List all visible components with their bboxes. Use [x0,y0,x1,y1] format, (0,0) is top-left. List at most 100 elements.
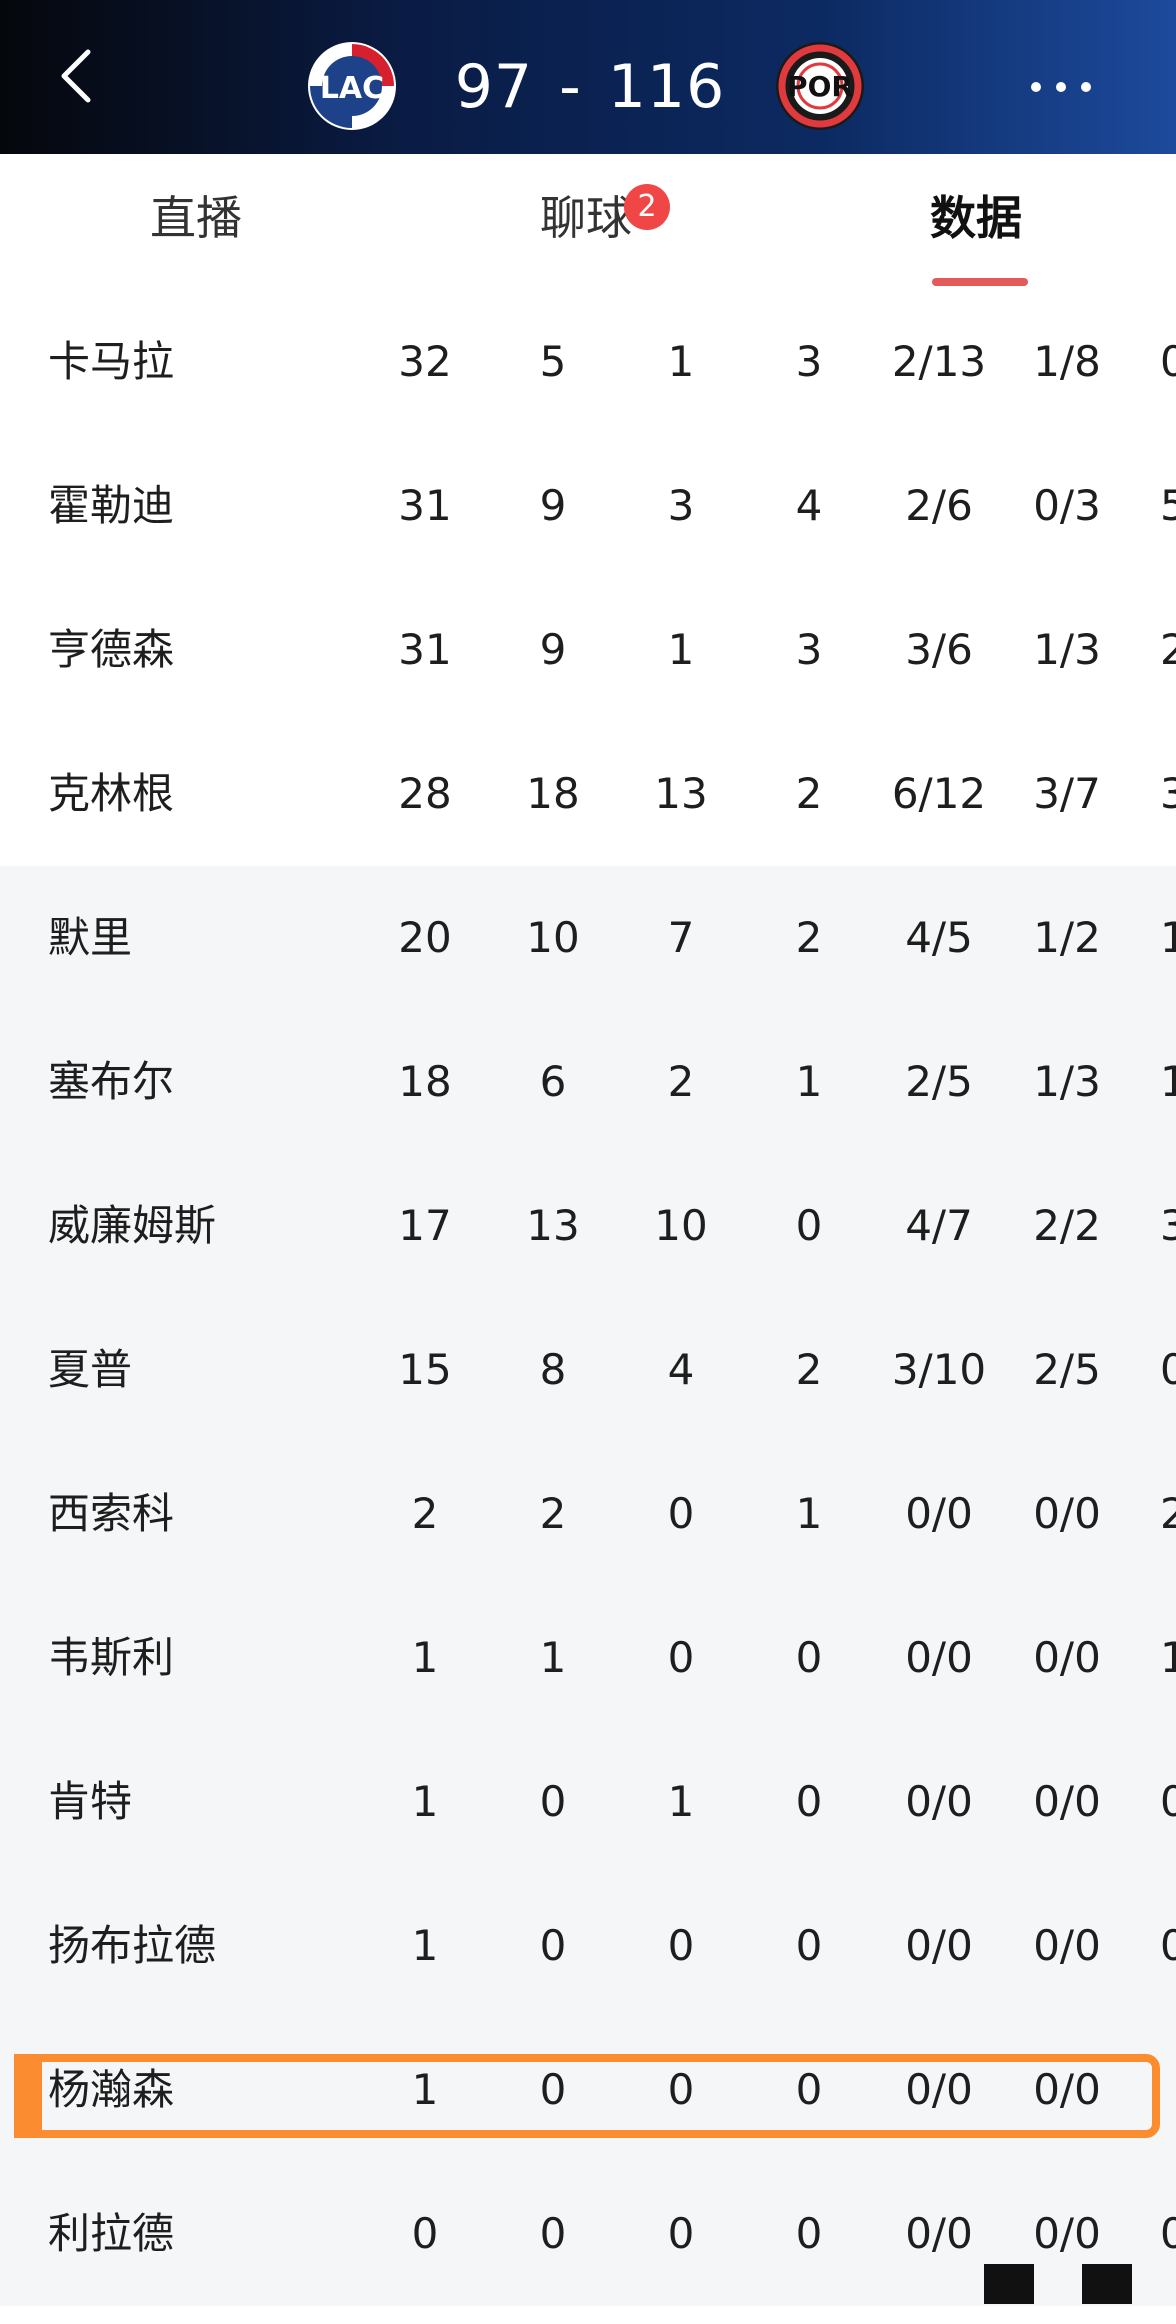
stat-cell: 0 [667,1633,695,1682]
stat-cell: 3 [1160,1201,1176,1250]
stat-cell: 3 [795,337,823,386]
stat-cell: 5 [539,337,567,386]
stat-cell: 28 [398,769,452,818]
lac-team-logo[interactable]: LAC [308,42,396,130]
stat-cell: 0 [1160,1921,1176,1970]
stat-cell: 17 [398,1201,452,1250]
stat-cell: 2 [411,1489,439,1538]
player-name: 克林根 [48,769,175,818]
stat-cell: 18 [526,769,580,818]
player-name: 夏普 [48,1345,133,1394]
back-arrow-icon[interactable] [48,44,112,108]
stat-cell: 1 [1160,913,1176,962]
redaction-mark [1082,2264,1132,2304]
stat-cell: 31 [398,625,452,674]
table-row[interactable]: 肯特 1 0 1 0 0/0 0/0 0 [0,1730,1176,1874]
player-name: 威廉姆斯 [48,1201,217,1250]
stat-cell: 13 [526,1201,580,1250]
table-row[interactable]: 默里 20 10 7 2 4/5 1/2 1 [0,866,1176,1010]
stat-cell: 1 [411,1777,439,1826]
tab-live[interactable]: 直播 [150,188,242,248]
stat-cell: 0/0 [905,1777,973,1826]
stat-cell: 0/0 [905,1489,973,1538]
more-options-icon[interactable] [1026,72,1096,102]
stat-cell: 9 [539,481,567,530]
stat-cell: 0 [1160,1345,1176,1394]
stat-cell: 1 [667,625,695,674]
table-row[interactable]: 亨德森 31 9 1 3 3/6 1/3 2 [0,578,1176,722]
table-row[interactable]: 西索科 2 2 0 1 0/0 0/0 2 [0,1442,1176,1586]
highlight-annotation-edge [14,2054,42,2138]
table-row[interactable]: 威廉姆斯 17 13 10 0 4/7 2/2 3 [0,1154,1176,1298]
player-name: 亨德森 [48,625,175,674]
stat-cell: 1 [1160,1633,1176,1682]
stat-cell: 0/0 [905,1633,973,1682]
player-name: 西索科 [48,1489,175,1538]
stat-cell: 1/3 [1033,625,1101,674]
stat-cell: 0/0 [905,2209,973,2258]
stat-cell: 0 [795,1921,823,1970]
stat-cell: 0 [795,1777,823,1826]
svg-text:LAC: LAC [320,71,384,106]
stat-cell: 1/2 [1033,913,1101,962]
table-row[interactable]: 克林根 28 18 13 2 6/12 3/7 3 [0,722,1176,866]
away-score: 116 [607,52,726,122]
stat-cell: 0/0 [1033,1633,1101,1682]
stat-cell: 13 [654,769,708,818]
table-row[interactable]: 韦斯利 1 1 0 0 0/0 0/0 1 [0,1586,1176,1730]
stat-cell: 2 [539,1489,567,1538]
player-name: 韦斯利 [48,1633,175,1682]
stat-cell: 0 [795,1633,823,1682]
stat-cell: 2 [1160,1489,1176,1538]
stat-cell: 31 [398,481,452,530]
stat-cell: 0/0 [1033,1921,1101,1970]
stat-cell: 0 [411,2209,439,2258]
home-score: 97 [454,52,534,122]
stat-cell: 3 [667,481,695,530]
tab-bar: 直播 聊球 2 数据 [0,154,1176,290]
stat-cell: 15 [398,1345,452,1394]
table-row[interactable]: 霍勒迪 31 9 3 4 2/6 0/3 5 [0,434,1176,578]
stat-cell: 1 [411,1633,439,1682]
stat-cell: 32 [398,337,452,386]
stat-cell: 0/0 [1033,1777,1101,1826]
stat-cell: 4 [667,1345,695,1394]
stat-cell: 7 [667,913,695,962]
stat-cell: 0 [1160,2209,1176,2258]
player-name: 利拉德 [48,2209,175,2258]
stat-cell: 0 [795,2209,823,2258]
svg-text:POR: POR [787,70,853,103]
stat-cell: 0 [795,1201,823,1250]
player-name: 肯特 [48,1777,133,1826]
stat-cell: 2 [795,1345,823,1394]
stat-cell: 5 [1160,481,1176,530]
stat-cell: 0/0 [905,1921,973,1970]
stat-cell: 0 [539,1921,567,1970]
game-header: LAC 97 - 116 POR [0,0,1176,154]
stat-cell: 2 [795,913,823,962]
table-row[interactable]: 扬布拉德 1 0 0 0 0/0 0/0 0 [0,1874,1176,2018]
tab-chat[interactable]: 聊球 [540,188,632,248]
stat-cell: 20 [398,913,452,962]
active-tab-indicator [932,278,1028,286]
stat-cell: 0 [539,2209,567,2258]
stat-cell: 4 [795,481,823,530]
scoreboard: 97 - 116 [440,42,740,132]
stat-cell: 0 [667,1921,695,1970]
stat-cell: 2/5 [905,1057,973,1106]
table-row[interactable]: 卡马拉 32 5 1 3 2/13 1/8 0 [0,290,1176,434]
stat-cell: 18 [398,1057,452,1106]
stat-cell: 8 [539,1345,567,1394]
stat-cell: 0 [667,2209,695,2258]
player-name: 扬布拉德 [48,1921,217,1970]
stat-cell: 10 [526,913,580,962]
stat-cell: 1/8 [1033,337,1101,386]
table-row[interactable]: 塞布尔 18 6 2 1 2/5 1/3 1 [0,1010,1176,1154]
por-team-logo[interactable]: POR [776,42,864,130]
table-row[interactable]: 夏普 15 8 4 2 3/10 2/5 0 [0,1298,1176,1442]
stat-cell: 1 [1160,1057,1176,1106]
stat-cell: 1 [539,1633,567,1682]
tab-data[interactable]: 数据 [930,188,1022,248]
stat-cell: 3/10 [891,1345,987,1394]
score-separator: - [559,52,582,122]
